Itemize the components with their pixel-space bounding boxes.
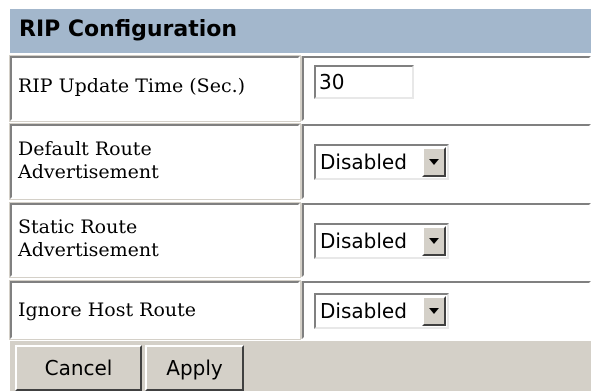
ignore-host-route-label: Ignore Host Route <box>18 299 197 321</box>
default-route-advertisement-label: Default Route Advertisement <box>18 138 159 184</box>
chevron-down-icon[interactable] <box>422 296 446 326</box>
value-cell: Disabled <box>302 281 591 339</box>
rip-update-time-input[interactable]: 30 <box>314 65 414 99</box>
ignore-host-route-select[interactable]: Disabled <box>314 293 449 329</box>
rip-update-time-label: RIP Update Time (Sec.) <box>18 75 246 97</box>
label-line: Advertisement <box>18 161 159 183</box>
apply-button[interactable]: Apply <box>145 345 244 391</box>
row-default-route-advertisement: Default Route Advertisement Disabled <box>9 123 591 200</box>
row-static-route-advertisement: Static Route Advertisement Disabled <box>9 202 591 278</box>
row-rip-update-time: RIP Update Time (Sec.) 30 <box>9 55 591 122</box>
default-route-advertisement-select[interactable]: Disabled <box>314 144 449 180</box>
select-value: Disabled <box>320 229 407 253</box>
cancel-button[interactable]: Cancel <box>15 345 142 391</box>
label-cell: RIP Update Time (Sec.) <box>9 55 301 122</box>
static-route-advertisement-select[interactable]: Disabled <box>314 223 449 259</box>
chevron-down-icon[interactable] <box>422 147 446 177</box>
page-title: RIP Configuration <box>19 17 238 42</box>
select-value: Disabled <box>320 150 407 174</box>
label-line: Advertisement <box>18 239 159 261</box>
label-line: Default Route <box>18 138 152 160</box>
panel-header: RIP Configuration <box>10 9 591 55</box>
label-cell: Default Route Advertisement <box>9 123 301 200</box>
label-cell: Ignore Host Route <box>9 280 301 340</box>
label-cell: Static Route Advertisement <box>9 202 301 278</box>
value-cell: 30 <box>302 56 591 121</box>
select-value: Disabled <box>320 299 407 323</box>
action-bar: Cancel Apply <box>10 341 591 391</box>
rip-configuration-panel: RIP Configuration RIP Update Time (Sec.)… <box>0 0 591 391</box>
value-cell: Disabled <box>302 124 591 199</box>
row-ignore-host-route: Ignore Host Route Disabled <box>9 280 591 340</box>
label-line: Static Route <box>18 216 138 238</box>
value-cell: Disabled <box>302 203 591 277</box>
chevron-down-icon[interactable] <box>422 226 446 256</box>
static-route-advertisement-label: Static Route Advertisement <box>18 216 159 262</box>
